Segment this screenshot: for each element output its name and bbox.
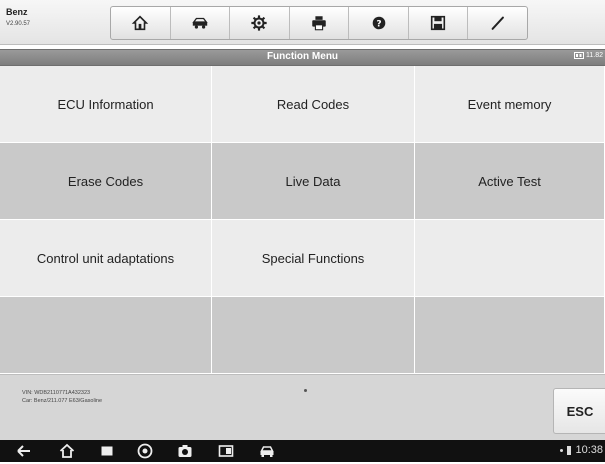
home-button[interactable]	[111, 7, 171, 39]
camera-icon	[178, 445, 192, 457]
menu-ecu-information[interactable]: ECU Information	[0, 66, 212, 143]
menu-control-unit-adaptations[interactable]: Control unit adaptations	[0, 220, 212, 297]
tool-buttons: ?	[110, 6, 528, 40]
edit-button[interactable]	[468, 7, 527, 39]
vehicle-swap-button[interactable]	[171, 7, 231, 39]
page-indicator-dot	[304, 389, 307, 392]
help-icon: ?	[372, 16, 385, 30]
vehicle-menu-button[interactable]	[259, 443, 275, 459]
gear-icon	[251, 15, 268, 31]
battery-icon	[567, 445, 572, 455]
vehicle-swap-icon	[192, 17, 208, 29]
battery-icon	[574, 52, 584, 59]
save-button[interactable]	[409, 7, 469, 39]
menu-empty-slot	[212, 297, 415, 374]
brand-name: Benz	[6, 7, 28, 17]
camera-button[interactable]	[177, 443, 193, 459]
function-menu-grid: ECU Information Read Codes Event memory …	[0, 66, 605, 374]
vehicle-info: VIN: WDB2110771A432323 Car: Benz/211.077…	[22, 389, 102, 405]
function-menu-titlebar: Function Menu 11.82	[0, 49, 605, 66]
home-nav-button[interactable]	[59, 443, 75, 459]
menu-empty-slot	[0, 297, 212, 374]
menu-event-memory[interactable]: Event memory	[415, 66, 605, 143]
help-button[interactable]: ?	[349, 7, 409, 39]
top-toolbar: Benz V2.90.57 ?	[0, 0, 605, 45]
menu-live-data[interactable]: Live Data	[212, 143, 415, 220]
car-text: Car: Benz/211.077 E63/Gasoline	[22, 398, 103, 404]
battery-voltage-value: 11.82	[586, 52, 603, 59]
home-icon	[132, 15, 149, 31]
menu-erase-codes[interactable]: Erase Codes	[0, 143, 212, 220]
vin-text: VIN: WDB2110771A432323	[22, 390, 91, 396]
floppy-disk-icon	[431, 15, 446, 31]
status-area: 10:38	[560, 444, 603, 456]
printer-icon	[312, 16, 326, 31]
display-mode-button[interactable]	[218, 443, 234, 459]
esc-button[interactable]: ESC	[553, 388, 605, 434]
recent-apps-button[interactable]	[99, 443, 115, 459]
home-icon	[59, 443, 75, 458]
menu-read-codes[interactable]: Read Codes	[212, 66, 415, 143]
menu-empty-slot	[415, 297, 605, 374]
battery-voltage: 11.82	[574, 52, 603, 59]
display-mode-icon	[218, 445, 234, 457]
software-version: V2.90.57	[6, 21, 31, 27]
menu-special-functions[interactable]: Special Functions	[212, 220, 415, 297]
pen-icon	[491, 16, 504, 30]
menu-active-test[interactable]: Active Test	[415, 143, 605, 220]
menu-empty-slot	[415, 220, 605, 297]
print-button[interactable]	[290, 7, 350, 39]
vehicle-info-footer: VIN: WDB2110771A432323 Car: Benz/211.077…	[0, 374, 605, 441]
svg-text:?: ?	[376, 20, 381, 30]
settings-button[interactable]	[230, 7, 290, 39]
back-button[interactable]	[16, 443, 32, 459]
page-title: Function Menu	[266, 51, 339, 62]
system-navigation-bar: 10:38	[0, 440, 605, 462]
browser-button[interactable]	[137, 443, 153, 459]
recent-apps-icon	[101, 446, 113, 456]
back-arrow-icon	[17, 445, 30, 457]
brand-block: Benz V2.90.57	[6, 7, 30, 29]
signal-dot-icon	[560, 448, 564, 452]
car-icon	[260, 446, 274, 457]
clock: 10:38	[575, 444, 603, 456]
browser-icon	[137, 443, 153, 459]
